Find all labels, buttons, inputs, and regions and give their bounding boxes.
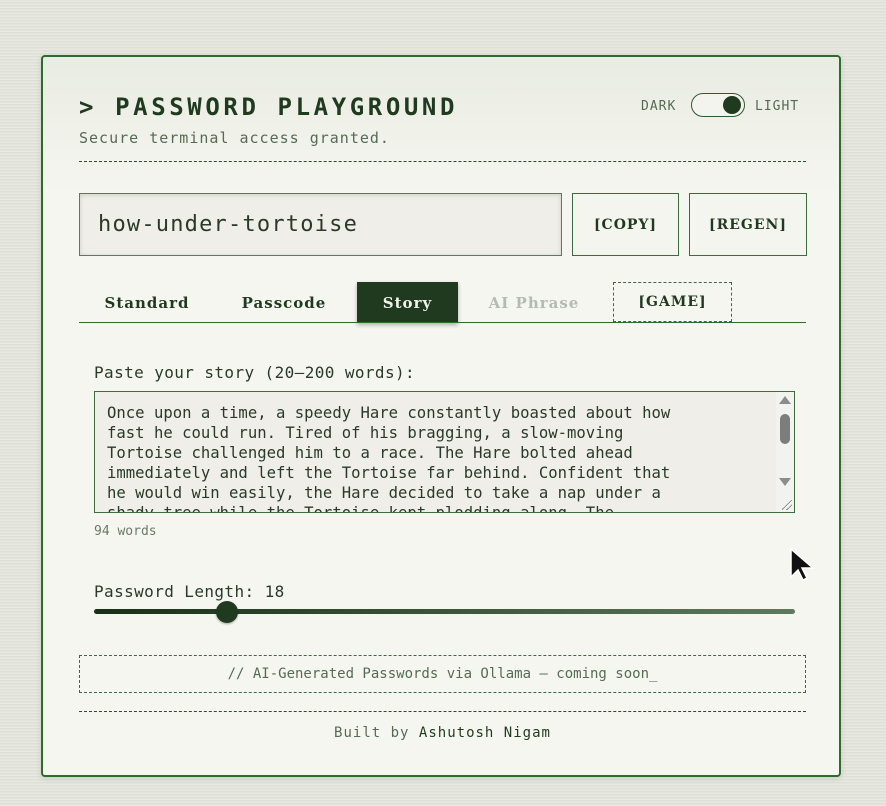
tab-ai-phrase: AI Phrase <box>488 294 580 312</box>
story-text: Once upon a time, a speedy Hare constant… <box>107 404 671 513</box>
page-subtitle: Secure terminal access granted. <box>79 129 390 147</box>
tab-standard[interactable]: Standard <box>87 283 207 323</box>
theme-light-label: LIGHT <box>755 99 800 114</box>
copy-button[interactable]: [COPY] <box>572 193 679 256</box>
scroll-up-arrow-icon[interactable] <box>779 396 791 404</box>
scroll-down-arrow-icon[interactable] <box>779 478 791 486</box>
theme-toggle[interactable] <box>691 93 745 117</box>
password-length-value: 18 <box>264 582 285 601</box>
regen-button[interactable]: [REGEN] <box>689 193 807 256</box>
header-divider <box>79 161 806 162</box>
footer-author: Ashutosh Nigam <box>418 725 551 741</box>
page-title: > PASSWORD PLAYGROUND <box>79 93 459 121</box>
tab-game[interactable]: [GAME] <box>613 282 732 322</box>
coming-soon-banner: // AI-Generated Passwords via Ollama — c… <box>79 655 806 693</box>
password-display[interactable]: how-under-tortoise <box>79 193 562 256</box>
story-scrollbar[interactable] <box>776 392 794 512</box>
slider-knob[interactable] <box>216 601 239 623</box>
password-length-label: Password Length: 18 <box>94 582 285 601</box>
mouse-cursor-icon <box>790 547 816 582</box>
password-playground-card: > PASSWORD PLAYGROUND Secure terminal ac… <box>41 55 841 777</box>
slider-track <box>94 609 795 614</box>
story-label: Paste your story (20–200 words): <box>94 363 416 382</box>
theme-toggle-knob <box>723 96 741 114</box>
footer-divider <box>79 711 806 712</box>
footer-prefix: Built by <box>334 725 410 741</box>
tab-passcode[interactable]: Passcode <box>224 283 344 323</box>
password-value: how-under-tortoise <box>98 212 359 237</box>
scroll-thumb[interactable] <box>780 414 790 444</box>
password-length-text: Password Length: <box>94 582 255 601</box>
password-length-slider[interactable] <box>94 601 795 623</box>
word-count: 94 words <box>94 524 157 539</box>
tabs-underline <box>79 322 806 323</box>
resize-grip-icon[interactable] <box>782 500 792 510</box>
theme-dark-label: DARK <box>641 99 677 114</box>
footer-credit: Built by Ashutosh Nigam <box>79 725 806 741</box>
tab-story[interactable]: Story <box>357 282 458 323</box>
story-textarea[interactable]: Once upon a time, a speedy Hare constant… <box>94 391 795 513</box>
